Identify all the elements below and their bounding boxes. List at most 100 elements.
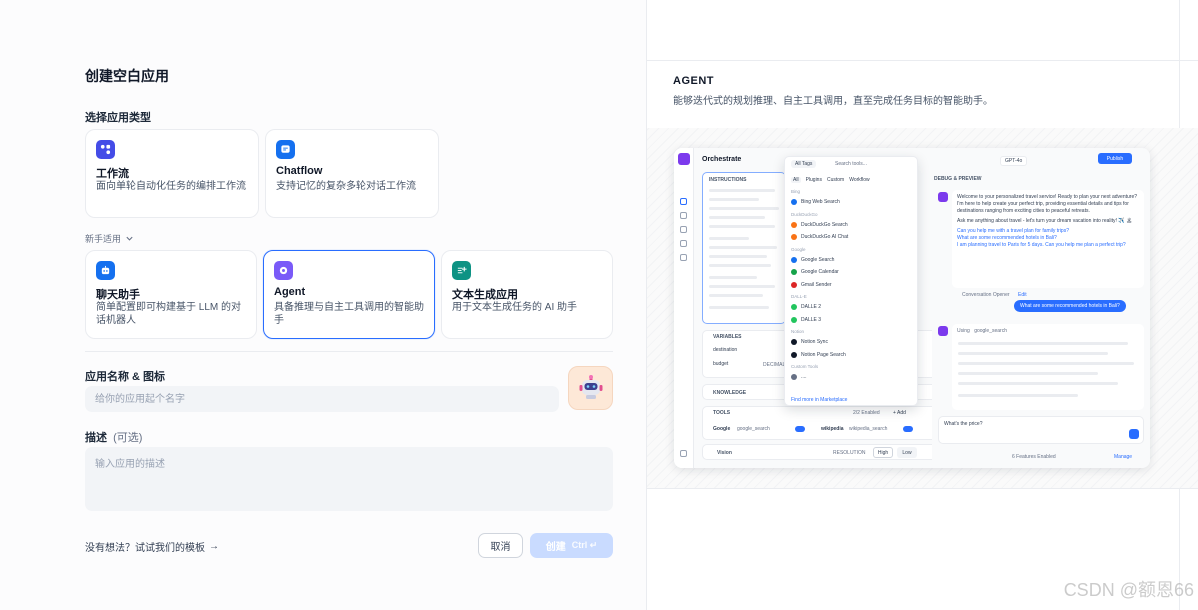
mock-tool-icon	[791, 221, 797, 228]
agent-icon	[274, 261, 293, 280]
beginner-toggle[interactable]: 新手适用	[85, 232, 134, 245]
mock-knowledge-title: KNOWLEDGE	[713, 390, 747, 396]
mock-high: High	[873, 447, 893, 458]
mock-text-line	[709, 294, 763, 297]
mock-greeting: Welcome to your personalized travel serv…	[957, 194, 1138, 214]
workflow-icon	[96, 140, 115, 159]
mock-tool-name: wikipedia	[821, 426, 844, 432]
agent-preview-screenshot: Orchestrate INSTRUCTIONS VARIABLES desti…	[674, 148, 1150, 468]
arrow-right-icon: →	[209, 541, 219, 552]
mock-filter-tab: All	[791, 177, 801, 183]
mock-edit: Edit	[1018, 292, 1027, 298]
mock-tool-icon	[791, 339, 797, 345]
mock-sidebar	[674, 148, 694, 468]
card-title: Agent	[274, 286, 306, 298]
app-type-text-generator-card[interactable]: 文本生成应用 用于文本生成任务的 AI 助手	[441, 250, 613, 339]
preview-description: 能够迭代式的规划推理、自主工具调用，直至完成任务目标的智能助手。	[673, 96, 993, 107]
create-button[interactable]: 创建 Ctrl ↵	[530, 533, 613, 558]
mock-text-line	[709, 264, 771, 267]
mock-nav-icon	[680, 212, 687, 219]
mock-tool-item: DALLE 2	[791, 302, 911, 312]
description-label-text: 描述	[85, 432, 107, 444]
mock-tool-item: Google Calendar	[791, 267, 911, 277]
mock-user-message: What are some recommended hotels in Bali…	[1014, 300, 1126, 312]
mock-all-tags: All Tags	[791, 160, 817, 168]
card-title: 文本生成应用	[452, 289, 518, 301]
card-description: 面向单轮自动化任务的编排工作流	[96, 181, 246, 192]
mock-using: Using	[957, 328, 970, 334]
mock-tool-label: DALLE 3	[801, 316, 822, 323]
mock-tool-toggle	[903, 426, 913, 432]
mock-text-line	[709, 237, 749, 240]
mock-variable-type: DECIMAL	[763, 362, 786, 368]
mock-tool-label: DuckDuckGo AI Chat	[801, 234, 849, 240]
create-app-panel: 创建空白应用 选择应用类型 工作流 面向单轮自动化任务的编排工作流 Chatfl…	[0, 0, 646, 610]
mock-orchestrate-title: Orchestrate	[702, 156, 742, 163]
cancel-button[interactable]: 取消	[478, 533, 523, 558]
mock-using-tool: google_search	[974, 328, 1007, 334]
mock-tool-item: Bing Web Search	[791, 197, 911, 207]
create-shortcut: Ctrl ↵	[571, 540, 598, 550]
mock-tool-icon	[791, 316, 797, 323]
mock-tool-item: ....	[791, 372, 911, 382]
mock-text-line	[958, 382, 1118, 385]
mock-tools-dropdown: All Tags Search tools... All Plugins Custo…	[784, 156, 918, 406]
mock-send-icon	[1129, 429, 1139, 439]
mock-manage: Manage	[1114, 454, 1133, 460]
app-name-input[interactable]	[85, 386, 559, 412]
app-type-workflow-card[interactable]: 工作流 面向单轮自动化任务的编排工作流	[85, 129, 259, 218]
app-type-chatflow-card[interactable]: Chatflow 支持记忆的复杂多轮对话工作流	[265, 129, 439, 218]
mock-low: Low	[897, 447, 917, 458]
grid-line	[647, 488, 1198, 489]
app-type-label: 选择应用类型	[85, 112, 151, 124]
description-input[interactable]	[85, 447, 613, 511]
app-name-label: 应用名称 & 图标	[85, 371, 166, 383]
mock-text-line	[709, 255, 767, 258]
mock-tool-label: Gmail Sender	[801, 281, 832, 288]
mock-tool-label: DuckDuckGo Search	[801, 221, 848, 228]
card-description: 支持记忆的复杂多轮对话工作流	[276, 181, 416, 192]
app-type-chat-assistant-card[interactable]: 聊天助手 简单配置即可构建基于 LLM 的对话机器人	[85, 250, 257, 339]
mock-app-logo	[678, 153, 690, 165]
mock-response-bubble: Using google_search	[952, 324, 1144, 410]
mock-tool-group: Google	[791, 246, 806, 252]
mock-tool-item: Gmail Sender	[791, 280, 911, 290]
card-title: 聊天助手	[96, 289, 140, 301]
app-icon-picker[interactable]	[568, 366, 613, 410]
description-label: 描述 (可选)	[85, 429, 142, 445]
create-button-label: 创建	[545, 542, 566, 553]
grid-line	[647, 60, 1198, 61]
chevron-down-icon	[126, 236, 133, 241]
mock-tool-name: Google	[713, 426, 731, 432]
preview-title: AGENT	[673, 75, 714, 87]
mock-tools-title: TOOLS	[713, 410, 731, 416]
mock-greeting: Ask me anything about travel - let's tur…	[957, 218, 1133, 224]
mock-tool-item: DALLE 3	[791, 315, 911, 325]
mock-nav-icon	[680, 226, 687, 233]
mock-opener: Conversation Opener	[962, 292, 1010, 298]
mock-filter-tab: Workflow	[849, 177, 870, 183]
mock-text-line	[958, 394, 1078, 397]
mock-tool-group: DALL-E	[791, 294, 807, 299]
mock-filter-tabs: All Plugins Custom Workflow	[791, 177, 870, 183]
mock-text-line	[709, 285, 775, 288]
mock-tool-sub: google_search	[737, 426, 770, 432]
preview-panel: AGENT 能够迭代式的规划推理、自主工具调用，直至完成任务目标的智能助手。 O…	[646, 0, 1198, 610]
mock-variable: destination	[713, 347, 738, 353]
mock-text-line	[958, 362, 1134, 365]
mock-tool-icon	[791, 256, 797, 263]
mock-text-line	[709, 216, 765, 219]
mock-tool-item: DuckDuckGo AI Chat	[791, 232, 911, 242]
mock-variable: budget	[713, 361, 729, 367]
mock-text-line	[709, 189, 775, 192]
mock-tool-item: Notion Sync	[791, 337, 911, 347]
mock-text-line	[958, 342, 1128, 345]
mock-text-line	[958, 352, 1108, 355]
mock-tool-icon	[791, 234, 797, 240]
app-type-agent-card[interactable]: Agent 具备推理与自主工具调用的智能助手	[263, 250, 435, 339]
mock-tools-add: + Add	[893, 410, 906, 416]
mock-tool-group: Bing	[791, 189, 801, 194]
mock-tool-label: Bing Web Search	[801, 199, 840, 205]
card-description: 用于文本生成任务的 AI 助手	[452, 302, 578, 313]
template-link[interactable]: 没有想法？试试我们的模板 →	[85, 539, 219, 554]
